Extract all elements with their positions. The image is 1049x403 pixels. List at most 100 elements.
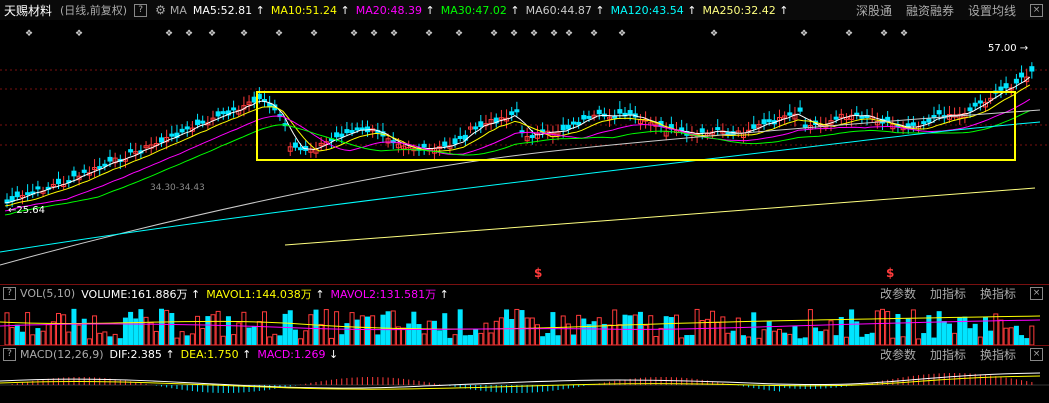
margin-trading-button[interactable]: 融资融券 bbox=[906, 2, 954, 19]
candle-body bbox=[14, 191, 20, 198]
candle-body bbox=[509, 111, 515, 116]
ma-value-0: MA5:52.81 ↑ bbox=[192, 3, 265, 17]
volume-bar bbox=[555, 335, 561, 345]
candle-body bbox=[761, 119, 767, 125]
volume-bar bbox=[952, 332, 958, 345]
volume-bar bbox=[66, 331, 72, 345]
volume-chart[interactable] bbox=[0, 302, 1049, 345]
volume-bar bbox=[540, 336, 546, 345]
vol-buttons: 改参数 加指标 换指标 × bbox=[880, 285, 1043, 302]
ma-value-4: MA60:44.87 ↑ bbox=[525, 3, 605, 17]
arrow-icon: ↑ bbox=[165, 348, 175, 361]
set-ma-button[interactable]: 设置均线 bbox=[968, 2, 1016, 19]
volume-bar bbox=[622, 314, 628, 345]
volume-bar bbox=[715, 321, 721, 345]
event-marker: ❖ bbox=[275, 29, 283, 39]
volume-bar bbox=[35, 328, 41, 345]
period-label[interactable]: (日线,前复权) bbox=[60, 2, 127, 18]
volume-bar bbox=[92, 315, 98, 345]
add-indicator-button[interactable]: 加指标 bbox=[930, 285, 966, 302]
volume-bar bbox=[607, 324, 613, 345]
add-indicator-button[interactable]: 加指标 bbox=[930, 346, 966, 363]
volume-bar bbox=[977, 336, 983, 345]
macd-buttons: 改参数 加指标 换指标 × bbox=[880, 346, 1043, 363]
candle-body bbox=[802, 124, 808, 128]
help-icon[interactable]: ? bbox=[3, 348, 16, 361]
volume-bar bbox=[488, 332, 494, 345]
candle-body bbox=[560, 124, 566, 131]
volume-bar bbox=[910, 309, 916, 345]
event-marker: ❖ bbox=[165, 29, 173, 39]
volume-bar bbox=[1029, 325, 1035, 345]
event-marker: ❖ bbox=[490, 29, 498, 39]
macd-value-1: DEA:1.750 ↑ bbox=[180, 348, 252, 361]
volume-bar bbox=[401, 327, 407, 345]
candle-body bbox=[977, 100, 983, 104]
switch-indicator-button[interactable]: 换指标 bbox=[980, 285, 1016, 302]
candle-body bbox=[292, 142, 298, 148]
candle-body bbox=[452, 138, 458, 145]
event-marker: ❖ bbox=[185, 29, 193, 39]
help-icon[interactable]: ? bbox=[3, 287, 16, 300]
volume-bar bbox=[50, 321, 56, 345]
volume-bar bbox=[740, 335, 746, 345]
volume-bar bbox=[684, 335, 690, 345]
volume-bar bbox=[421, 333, 427, 345]
header-buttons: 深股通 融资融券 设置均线 × bbox=[856, 0, 1043, 20]
candle-body bbox=[766, 119, 772, 123]
candle-body bbox=[565, 124, 571, 130]
ma-value-2: MA20:48.39 ↑ bbox=[355, 3, 435, 17]
volume-bar bbox=[668, 317, 674, 345]
arrow-icon: ↑ bbox=[255, 3, 265, 17]
volume-bar bbox=[792, 325, 798, 345]
dollar-marker: $ bbox=[534, 266, 542, 280]
help-icon[interactable]: ? bbox=[134, 3, 148, 17]
volume-bar bbox=[509, 319, 515, 345]
arrow-icon: ↑ bbox=[595, 3, 605, 17]
volume-bar bbox=[946, 323, 952, 345]
volume-bar bbox=[617, 324, 623, 345]
volume-bar bbox=[71, 308, 77, 345]
volume-bar bbox=[658, 327, 664, 345]
switch-indicator-button[interactable]: 换指标 bbox=[980, 346, 1016, 363]
price-chart[interactable]: ❖ ❖ ❖ ❖ ❖ ❖ ❖ ❖ ❖ ❖ ❖ ❖ ❖ ❖ ❖ ❖ ❖ ❖ ❖ ❖ ❖ ❖ ❖ ❖ ❖ 57.00 → ←25.64 34… bbox=[0, 20, 1049, 284]
close-icon[interactable]: × bbox=[1030, 3, 1043, 17]
candle-body bbox=[1019, 72, 1025, 78]
high-price-label: 57.00 → bbox=[988, 43, 1028, 54]
edit-params-button[interactable]: 改参数 bbox=[880, 346, 916, 363]
candle-body bbox=[1013, 78, 1019, 84]
candle-body bbox=[298, 147, 304, 151]
candle-body bbox=[514, 109, 520, 113]
volume-bar bbox=[426, 320, 432, 345]
volume-bar bbox=[632, 314, 638, 345]
event-marker: ❖ bbox=[565, 29, 573, 39]
volume-bar bbox=[689, 334, 695, 345]
volume-bar bbox=[900, 336, 906, 345]
volume-bar bbox=[802, 337, 808, 345]
candle-body bbox=[159, 137, 164, 143]
event-marker: ❖ bbox=[350, 29, 358, 39]
event-marker: ❖ bbox=[900, 29, 908, 39]
volume-bar bbox=[102, 331, 108, 345]
macd-chart[interactable] bbox=[0, 363, 1049, 403]
volume-bar bbox=[272, 333, 278, 345]
event-marker: ❖ bbox=[845, 29, 853, 39]
event-marker: ❖ bbox=[590, 29, 598, 39]
close-icon[interactable]: × bbox=[1030, 348, 1043, 361]
candle-body bbox=[478, 121, 484, 128]
volume-bar bbox=[874, 310, 880, 345]
close-icon[interactable]: × bbox=[1030, 287, 1043, 300]
gear-icon[interactable]: ⚙ bbox=[155, 3, 166, 17]
event-marker: ❖ bbox=[530, 29, 538, 39]
volume-bar bbox=[885, 311, 891, 345]
candle-body bbox=[627, 110, 633, 115]
vol-value-0: VOLUME:161.886万 ↑ bbox=[81, 287, 201, 301]
hk-connect-button[interactable]: 深股通 bbox=[856, 2, 892, 19]
arrow-icon: ↑ bbox=[687, 3, 697, 17]
volume-bar bbox=[231, 334, 237, 345]
arrow-icon: ↑ bbox=[190, 287, 201, 301]
volume-bar bbox=[468, 334, 473, 345]
volume-bar bbox=[493, 320, 499, 345]
edit-params-button[interactable]: 改参数 bbox=[880, 285, 916, 302]
volume-bar bbox=[61, 314, 67, 345]
